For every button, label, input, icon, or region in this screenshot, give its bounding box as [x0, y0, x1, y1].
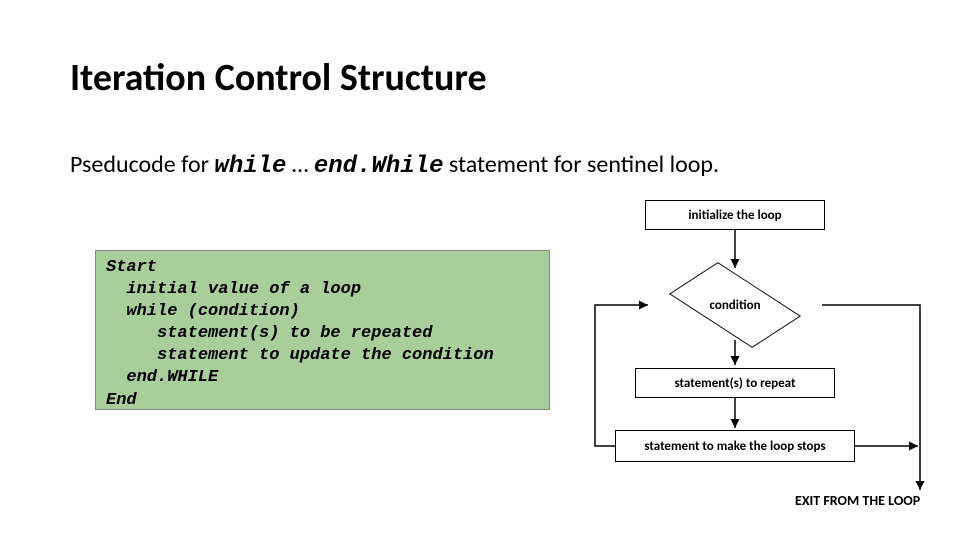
flow-condition-label: condition: [650, 270, 820, 340]
page-title: Iteration Control Structure: [70, 55, 487, 101]
flow-exit-label: EXIT FROM THE LOOP: [795, 492, 920, 509]
slide: Iteration Control Structure Pseducode fo…: [0, 0, 960, 540]
flowchart: initialize the loop condition statement(…: [580, 200, 960, 540]
flow-repeat-box: statement(s) to repeat: [635, 368, 835, 398]
flow-init-box: initialize the loop: [645, 200, 825, 230]
pseudocode-block: Start initial value of a loop while (con…: [95, 250, 550, 410]
subtitle-pre: Pseducode for: [70, 150, 214, 179]
flow-stop-box: statement to make the loop stops: [615, 430, 855, 462]
keyword-endwhile: end.While: [314, 153, 444, 180]
flow-condition-diamond: condition: [650, 270, 820, 340]
subtitle: Pseducode for while … end.While statemen…: [70, 150, 719, 180]
keyword-while: while: [214, 153, 286, 180]
subtitle-post: statement for sentinel loop.: [443, 150, 719, 179]
subtitle-mid: …: [286, 150, 313, 179]
